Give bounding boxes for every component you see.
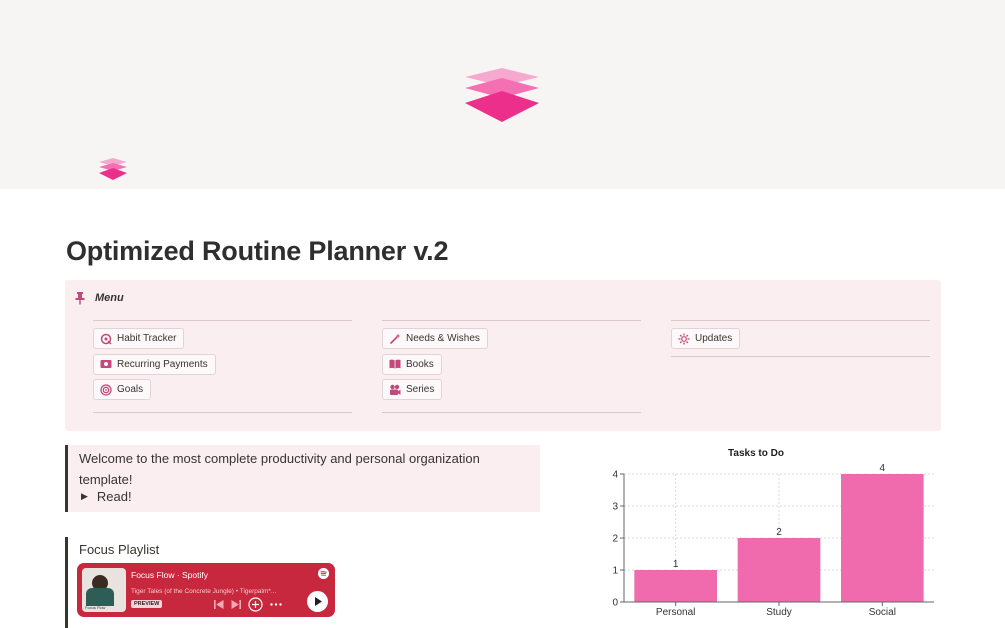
cover-image: [0, 0, 1005, 189]
menu-title: Menu: [95, 292, 124, 304]
goals-label: Goals: [117, 384, 144, 395]
data-label: 2: [776, 527, 782, 538]
welcome-text: Welcome to the most complete productivit…: [79, 451, 480, 487]
goals-button[interactable]: Goals: [93, 379, 152, 400]
books-button[interactable]: Books: [382, 353, 442, 375]
y-tick-label: 4: [612, 470, 618, 481]
player-subtitle[interactable]: Tiger Tales (of the Concrete Jungle) • T…: [131, 588, 304, 595]
x-tick-label: Personal: [656, 607, 695, 618]
habit-tracker-icon: [99, 332, 112, 345]
read-toggle-label: Read!: [96, 489, 132, 504]
chart-plot: 0 1 2 3 4 1 Personal 2 Study 4 Social: [612, 463, 934, 618]
y-tick-label: 2: [612, 534, 618, 545]
stacked-layers-icon: [465, 68, 539, 122]
bar-study: [737, 538, 821, 602]
more-icon[interactable]: [270, 603, 282, 606]
player-controls: [214, 597, 282, 612]
y-tick-label: 1: [612, 566, 618, 577]
preview-badge: PREVIEW: [131, 600, 163, 608]
data-label: 1: [673, 559, 679, 570]
menu-column-1: Habit Tracker Recurring Payments Goals: [93, 320, 352, 413]
page-title: Optimized Routine Planner v.2: [66, 236, 449, 266]
divider: [671, 355, 930, 357]
magic-wand-icon: [388, 332, 401, 345]
habit-tracker-button[interactable]: Habit Tracker: [93, 328, 185, 349]
spotify-embed[interactable]: Focus Flow Focus Flow · Spotify Tiger Ta…: [77, 563, 335, 617]
tasks-chart: Tasks to Do 0 1 2 3 4 1 Personal 2 Study 4 Social: [588, 444, 948, 628]
spotify-logo-icon[interactable]: [318, 568, 329, 579]
album-art-label: Focus Flow: [85, 605, 106, 610]
target-icon: [99, 383, 112, 396]
menu-callout: Menu Habit Tracker Recurring Payments Go…: [65, 280, 941, 431]
series-label: Series: [406, 384, 435, 395]
page-icon[interactable]: [97, 157, 129, 181]
read-toggle[interactable]: ▶ Read!: [81, 489, 132, 504]
recurring-payments-button[interactable]: Recurring Payments: [93, 353, 216, 375]
menu-column-3: Updates: [671, 320, 930, 357]
gear-icon: [677, 332, 690, 345]
pin-icon: [75, 292, 85, 305]
y-tick-label: 0: [612, 598, 618, 609]
next-icon[interactable]: [231, 600, 241, 609]
divider: [93, 411, 352, 413]
books-label: Books: [406, 358, 434, 370]
bar-personal: [634, 570, 717, 602]
updates-button[interactable]: Updates: [671, 328, 741, 349]
x-tick-label: Social: [869, 607, 896, 618]
film-icon: [388, 383, 401, 396]
toggle-triangle-icon[interactable]: ▶: [81, 491, 88, 502]
bar-social: [841, 474, 924, 602]
playlist-heading: Focus Playlist: [79, 542, 160, 557]
welcome-quote: Welcome to the most complete productivit…: [65, 445, 540, 512]
y-tick-label: 3: [612, 502, 618, 513]
updates-label: Updates: [695, 333, 733, 344]
book-icon: [388, 358, 401, 371]
menu-column-2: Needs & Wishes Books Series: [382, 320, 641, 413]
series-button[interactable]: Series: [382, 379, 443, 400]
add-icon[interactable]: [248, 597, 263, 612]
player-title[interactable]: Focus Flow · Spotify: [131, 570, 208, 580]
habit-tracker-label: Habit Tracker: [117, 333, 177, 344]
needs-wishes-button[interactable]: Needs & Wishes: [382, 328, 488, 349]
previous-icon[interactable]: [214, 600, 224, 609]
recurring-payments-label: Recurring Payments: [117, 358, 208, 370]
focus-playlist-block: Focus Playlist Focus Flow Focus Flow · S…: [65, 537, 345, 628]
x-tick-label: Study: [766, 607, 792, 618]
data-label: 4: [880, 463, 886, 474]
play-icon: [314, 597, 322, 606]
album-art[interactable]: Focus Flow: [82, 568, 126, 612]
play-button[interactable]: [307, 591, 328, 612]
divider: [382, 411, 641, 413]
needs-wishes-label: Needs & Wishes: [406, 333, 480, 344]
money-icon: [99, 358, 112, 371]
